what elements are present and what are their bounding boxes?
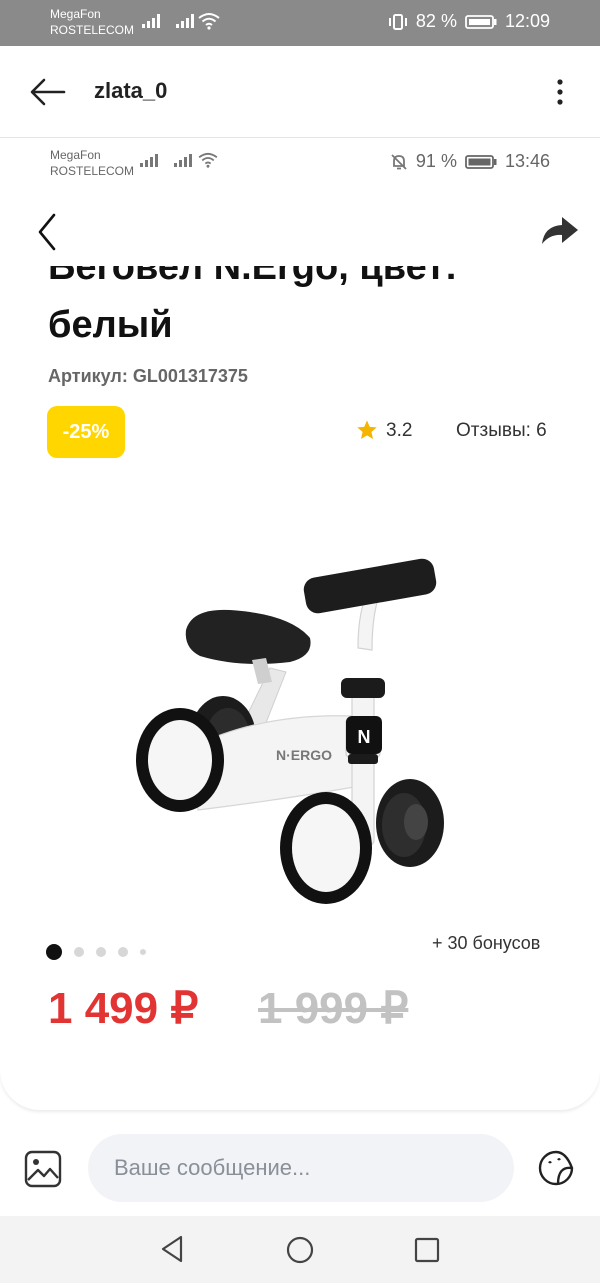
battery-icon xyxy=(465,154,497,169)
vibrate-icon xyxy=(388,13,407,30)
nav-home-icon[interactable] xyxy=(286,1236,314,1264)
screenshot-carrier-2: ROSTELECOM xyxy=(50,164,135,178)
signal-icon xyxy=(174,153,192,167)
signal-icon xyxy=(140,153,158,167)
carousel-indicator xyxy=(46,944,146,960)
status-right: 82 % 12:09 xyxy=(388,11,550,32)
carousel-dot[interactable] xyxy=(140,949,146,955)
chat-username[interactable]: zlata_0 xyxy=(94,78,167,104)
carrier-1: MegaFon xyxy=(50,7,101,21)
chevron-left-icon xyxy=(38,213,56,251)
wifi-icon xyxy=(198,13,220,30)
shared-screenshot-message[interactable]: MegaFon ROSTELECOM 91 % 13:46 Беговел N.… xyxy=(0,138,600,1110)
mute-bell-icon xyxy=(391,153,407,170)
product-title-line2: белый xyxy=(48,304,173,346)
carousel-dot[interactable] xyxy=(74,947,84,957)
share-icon xyxy=(542,217,578,244)
carousel-dot-active[interactable] xyxy=(46,944,62,960)
screenshot-clock: 13:46 xyxy=(504,151,550,171)
screenshot-carrier-1: MegaFon xyxy=(50,148,101,162)
product-article: Артикул: GL001317375 xyxy=(48,366,248,386)
carrier-2: ROSTELECOM xyxy=(50,23,135,37)
battery-percent: 82 % xyxy=(415,11,457,31)
signal-icon xyxy=(142,12,160,28)
carousel-dot[interactable] xyxy=(96,947,106,957)
badge-logo: N xyxy=(358,727,371,747)
more-vert-icon[interactable] xyxy=(548,76,572,108)
screenshot-carrier-labels: MegaFon ROSTELECOM xyxy=(50,147,134,179)
rating-value: 3.2 xyxy=(386,420,413,441)
product-title-line1: Беговел N.Ergo, цвет: xyxy=(48,266,458,288)
carousel-dot[interactable] xyxy=(118,947,128,957)
frame-logo: N·ERGO xyxy=(276,747,332,763)
message-composer xyxy=(0,1120,600,1216)
price-current: 1 499 ₽ xyxy=(48,984,199,1033)
screenshot-status-bar: MegaFon ROSTELECOM 91 % 13:46 xyxy=(0,138,600,188)
battery-icon xyxy=(465,14,497,29)
sticker-icon[interactable] xyxy=(536,1148,576,1188)
signal-icon xyxy=(176,12,194,28)
wifi-icon xyxy=(198,152,218,168)
carrier-labels: MegaFon ROSTELECOM xyxy=(50,6,134,38)
back-arrow-icon[interactable] xyxy=(28,76,68,108)
discount-badge: -25% xyxy=(47,406,125,458)
screenshot-status-right: 91 % 13:46 xyxy=(390,151,550,172)
nav-recent-icon[interactable] xyxy=(414,1237,440,1263)
reviews-count: Отзывы: 6 xyxy=(456,420,547,441)
screenshot-battery-percent: 91 % xyxy=(415,151,457,171)
bonus-label: + 30 бонусов xyxy=(432,933,541,953)
price-old: 1 999 ₽ xyxy=(258,984,409,1033)
product-image: N·ERGO N xyxy=(136,558,444,904)
nav-back-icon[interactable] xyxy=(158,1234,186,1264)
gallery-icon[interactable] xyxy=(24,1150,62,1188)
star-icon xyxy=(357,420,377,439)
message-input[interactable] xyxy=(88,1134,514,1202)
status-bar: MegaFon ROSTELECOM 82 % 12:09 xyxy=(0,0,600,46)
system-navbar xyxy=(0,1216,600,1283)
chat-header: zlata_0 xyxy=(0,46,600,138)
clock: 12:09 xyxy=(504,11,550,31)
